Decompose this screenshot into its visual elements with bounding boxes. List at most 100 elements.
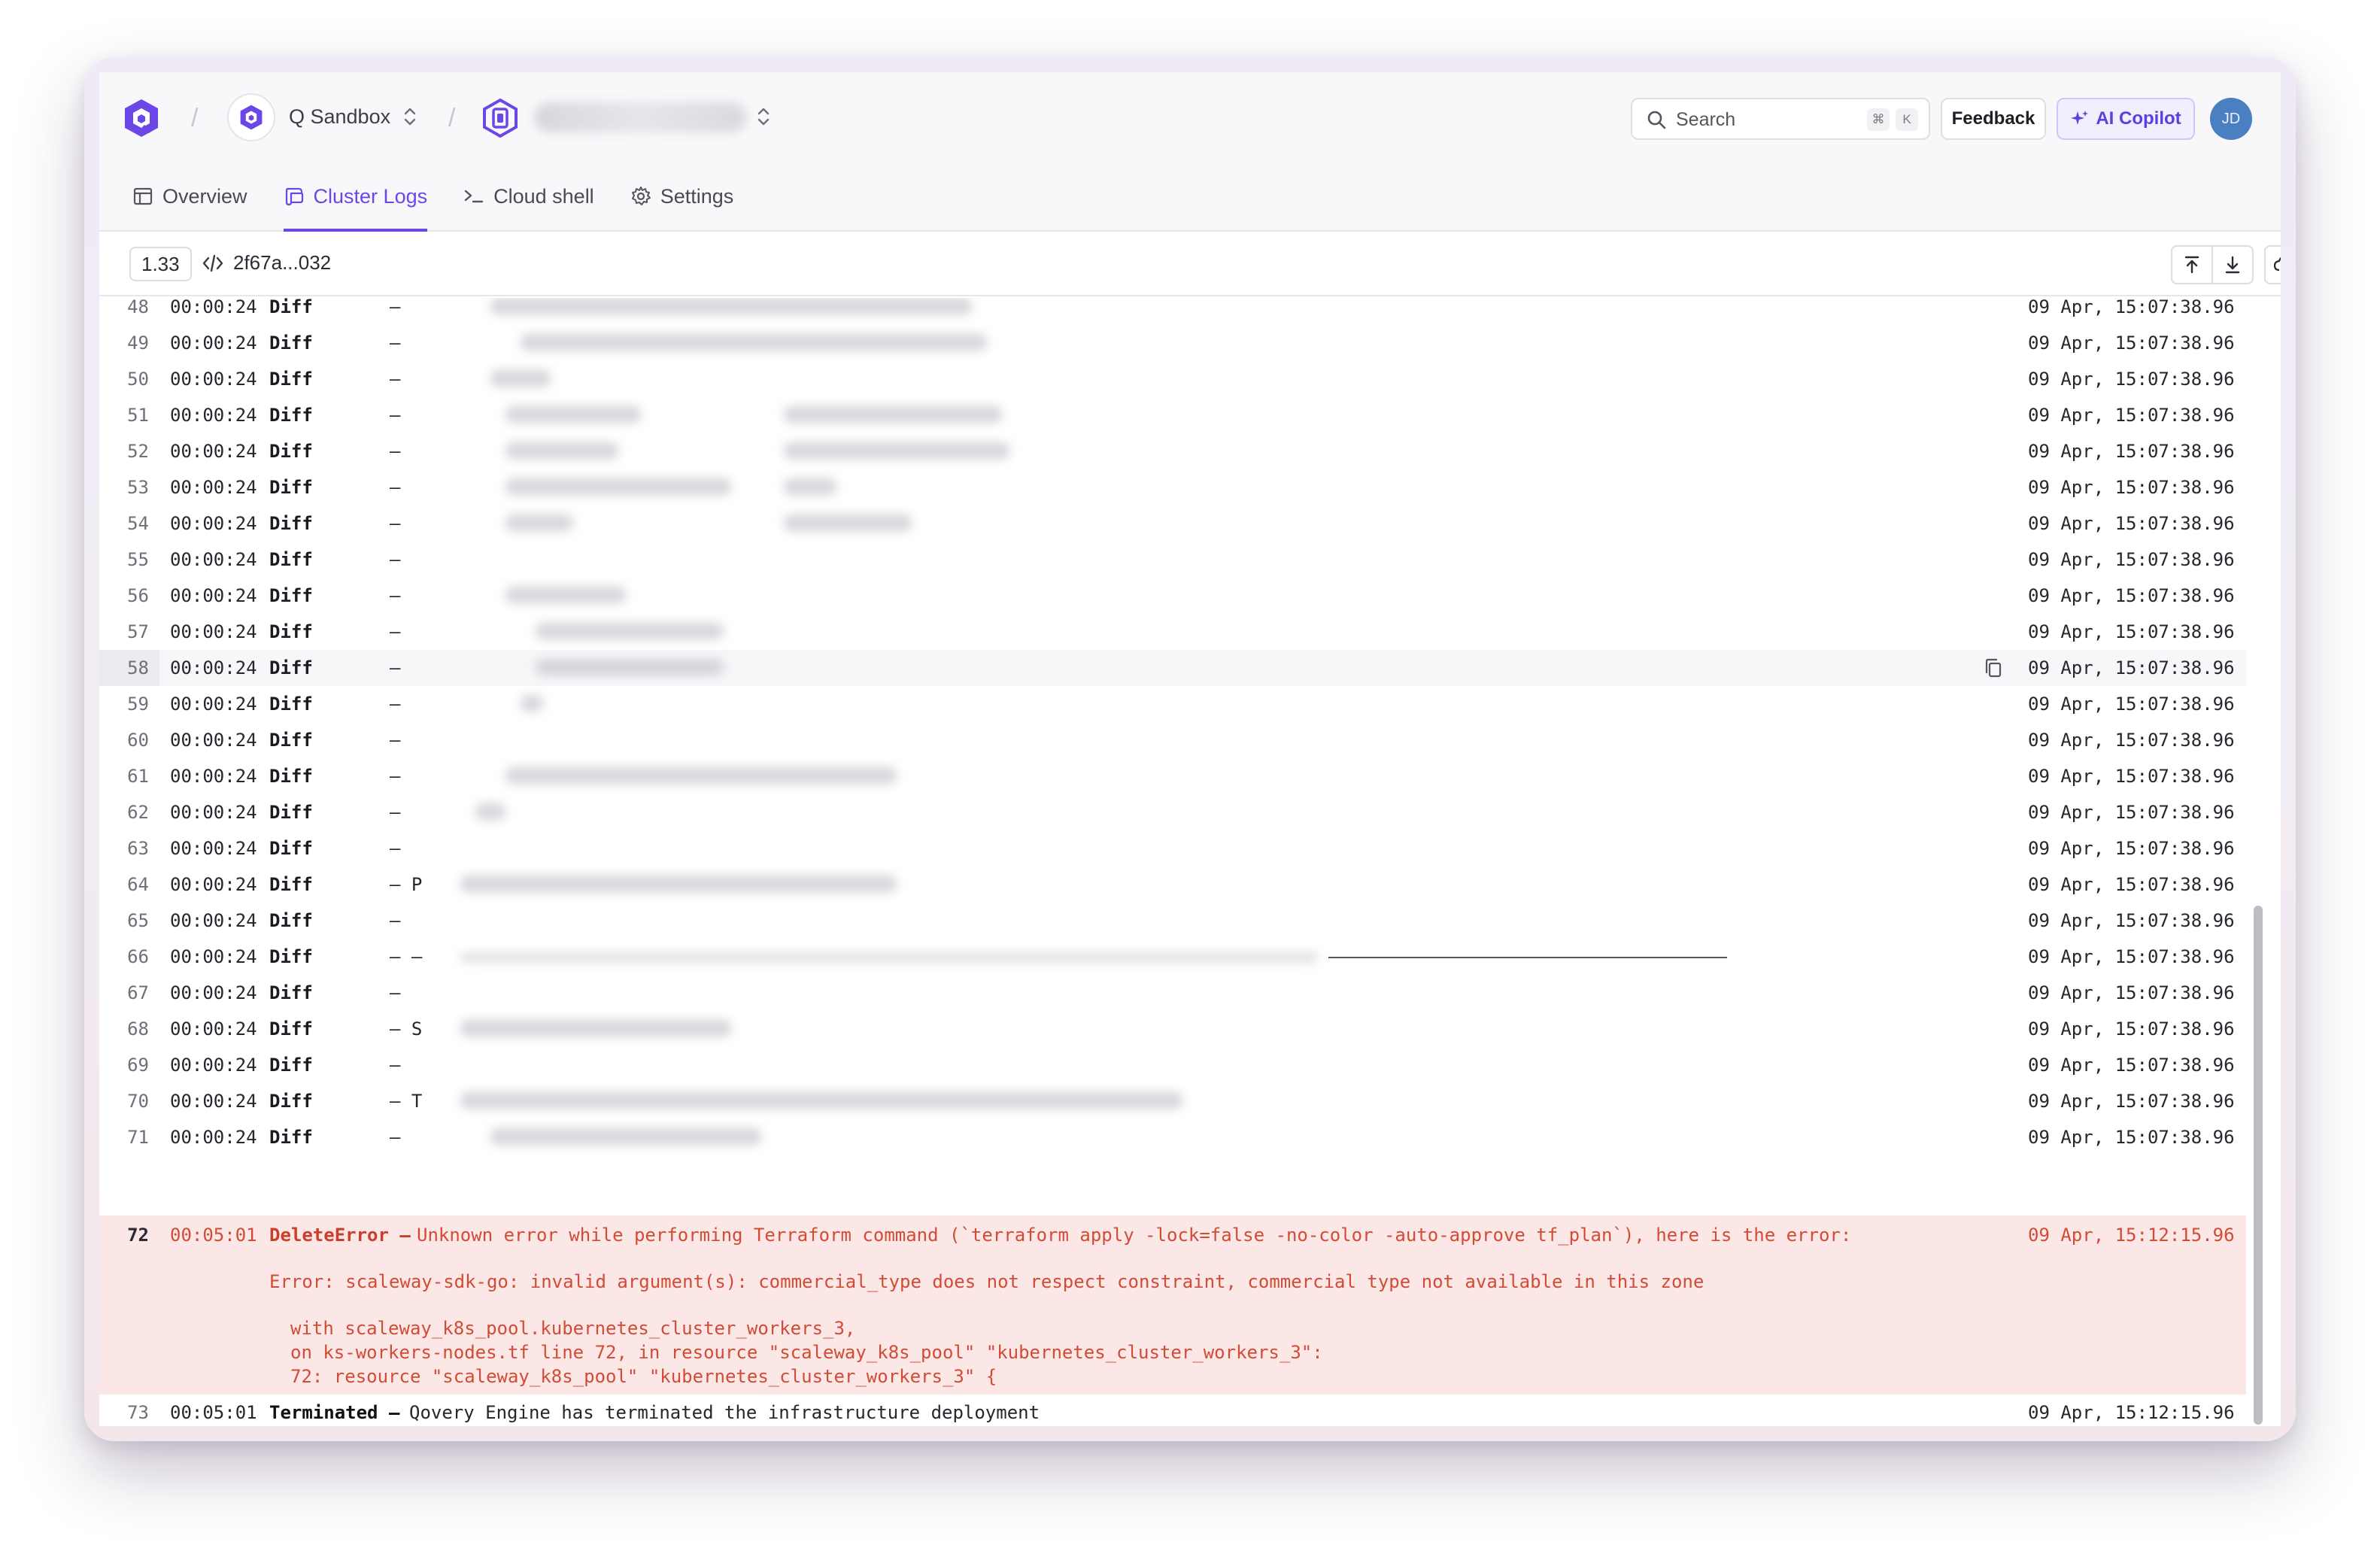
org-name[interactable]: Q Sandbox	[289, 105, 390, 129]
line-number: 72	[127, 1225, 149, 1246]
log-toolbar: 1.33 2f67a...032	[99, 232, 2281, 296]
log-row: 60 00:00:24 Diff – 09 Apr, 15:07:38.96	[99, 722, 2246, 758]
redacted-text	[784, 514, 912, 531]
scroll-bottom-button[interactable]	[2212, 247, 2252, 283]
log-level: Diff	[269, 874, 313, 895]
log-message: –	[390, 766, 401, 787]
terminal-icon	[464, 190, 484, 203]
redacted-text	[490, 370, 551, 387]
log-level: Diff	[269, 298, 313, 317]
search-icon	[1647, 111, 1666, 129]
log-row: 57 00:00:24 Diff – 09 Apr, 15:07:38.96	[99, 614, 2246, 650]
sparkle-icon	[2071, 111, 2089, 125]
scroll-buttons	[2171, 245, 2254, 284]
chevron-up-down-icon[interactable]	[755, 105, 772, 128]
search-input[interactable]: Search ⌘ K	[1631, 98, 1930, 140]
redacted-text	[460, 1020, 731, 1036]
log-date: 09 Apr, 15:07:38.96	[2028, 838, 2235, 859]
org-avatar[interactable]	[227, 93, 275, 141]
log-timestamp: 00:00:24	[170, 621, 257, 642]
log-message: – –	[390, 946, 423, 967]
log-date: 09 Apr, 15:07:38.96	[2028, 982, 2235, 1003]
log-timestamp: 00:00:24	[170, 1018, 257, 1040]
redacted-text	[505, 587, 626, 603]
ai-copilot-button[interactable]: AI Copilot	[2057, 98, 2195, 140]
log-level: Diff	[269, 802, 313, 823]
project-name-redacted[interactable]	[534, 102, 746, 132]
shortcut-k-key: K	[1896, 108, 1918, 131]
log-level: Diff	[269, 730, 313, 751]
tab-settings[interactable]: Settings	[630, 168, 733, 224]
scroll-top-button[interactable]	[2172, 247, 2212, 283]
log-message: –	[390, 298, 401, 317]
log-level: Diff	[269, 405, 313, 426]
log-row: 63 00:00:24 Diff – 09 Apr, 15:07:38.96	[99, 830, 2246, 867]
log-level: Diff	[269, 1127, 313, 1148]
redacted-text	[536, 623, 724, 639]
log-date: 09 Apr, 15:07:38.96	[2028, 477, 2235, 498]
redacted-text	[460, 1092, 1182, 1109]
line-number: 69	[127, 1055, 149, 1076]
log-level: Diff	[269, 549, 313, 570]
line-number: 73	[127, 1402, 149, 1423]
log-row: 51 00:00:24 Diff – 09 Apr, 15:07:38.96	[99, 397, 2246, 433]
log-date: 09 Apr, 15:12:15.96	[2028, 1402, 2235, 1423]
log-message: –	[390, 730, 401, 751]
log-date: 09 Apr, 15:07:38.96	[2028, 694, 2235, 715]
log-level: Diff	[269, 946, 313, 967]
chevron-up-down-icon[interactable]	[402, 105, 418, 128]
divider-line	[1328, 957, 1727, 958]
log-timestamp: 00:00:24	[170, 1055, 257, 1076]
log-level: Diff	[269, 621, 313, 642]
log-row-hovered[interactable]: 58 00:00:24 Diff – 09 Apr, 15:07:38.96	[99, 650, 2246, 686]
tab-overview[interactable]: Overview	[132, 168, 247, 224]
redacted-text	[460, 876, 897, 892]
log-message: –	[390, 369, 401, 390]
log-timestamp: 00:00:24	[170, 369, 257, 390]
download-logs-button[interactable]	[2264, 245, 2281, 284]
log-row: 59 00:00:24 Diff – 09 Apr, 15:07:38.96	[99, 686, 2246, 722]
redacted-text	[505, 767, 897, 784]
redacted-text	[784, 406, 1002, 423]
log-row: 54 00:00:24 Diff – 09 Apr, 15:07:38.96	[99, 505, 2246, 542]
log-date: 09 Apr, 15:07:38.96	[2028, 730, 2235, 751]
log-timestamp: 00:05:01	[170, 1402, 257, 1423]
log-row: 53 00:00:24 Diff – 09 Apr, 15:07:38.96	[99, 469, 2246, 505]
gear-icon	[631, 187, 651, 205]
version-badge[interactable]: 1.33	[129, 247, 192, 281]
log-row: 62 00:00:24 Diff – 09 Apr, 15:07:38.96	[99, 794, 2246, 830]
line-number: 48	[127, 298, 149, 317]
log-row: 64 00:00:24 Diff – P 09 Apr, 15:07:38.96	[99, 867, 2246, 903]
feedback-button[interactable]: Feedback	[1941, 98, 2046, 140]
log-timestamp: 00:00:24	[170, 513, 257, 534]
qovery-logo-icon[interactable]	[122, 98, 161, 138]
redacted-text	[505, 406, 641, 423]
log-date: 09 Apr, 15:07:38.96	[2028, 1091, 2235, 1112]
user-avatar[interactable]: JD	[2210, 98, 2252, 140]
redacted-text	[784, 442, 1009, 459]
tab-cluster-logs[interactable]: Cluster Logs	[283, 168, 427, 232]
redacted-text	[505, 478, 731, 495]
log-date: 09 Apr, 15:07:38.96	[2028, 802, 2235, 823]
copy-icon[interactable]	[1983, 657, 2004, 678]
line-number: 59	[127, 694, 149, 715]
error-detail: with scaleway_k8s_pool.kubernetes_cluste…	[290, 1318, 856, 1339]
line-number: 66	[127, 946, 149, 967]
log-timestamp: 00:00:24	[170, 910, 257, 931]
log-timestamp: 00:00:24	[170, 802, 257, 823]
log-scrollbar[interactable]	[2254, 906, 2263, 1425]
log-timestamp: 00:00:24	[170, 585, 257, 606]
line-number: 71	[127, 1127, 149, 1148]
log-date: 09 Apr, 15:07:38.96	[2028, 1127, 2235, 1148]
commit-selector[interactable]: 2f67a...032	[202, 251, 331, 275]
log-level: Diff	[269, 585, 313, 606]
breadcrumb-separator: /	[191, 104, 199, 132]
log-level: Diff	[269, 441, 313, 462]
tab-cloud-shell[interactable]: Cloud shell	[463, 168, 594, 224]
redacted-text	[536, 659, 724, 675]
redacted-text	[490, 1128, 761, 1145]
cluster-icon[interactable]	[481, 98, 519, 138]
search-placeholder: Search	[1676, 109, 1736, 130]
line-number: 50	[127, 369, 149, 390]
log-timestamp: 00:00:24	[170, 549, 257, 570]
